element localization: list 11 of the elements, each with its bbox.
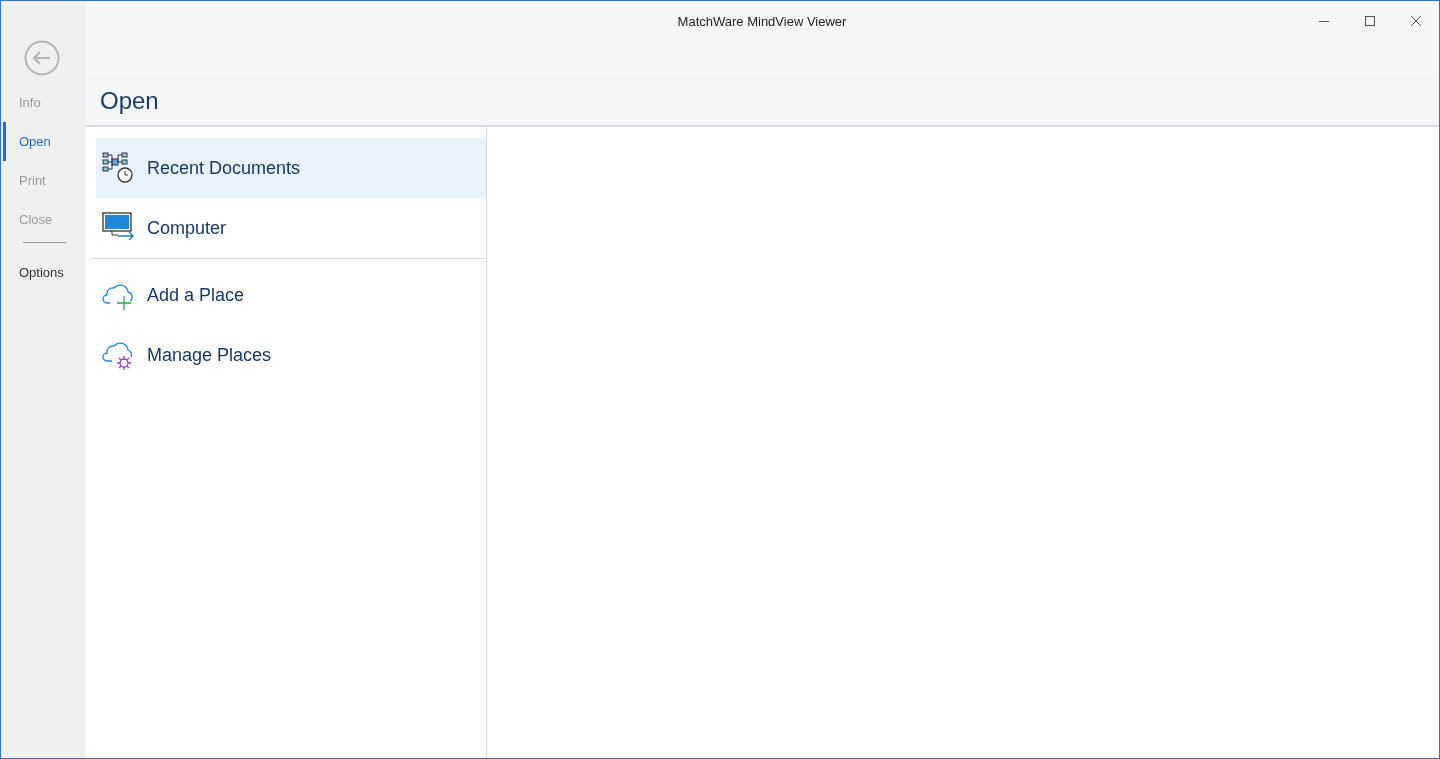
- maximize-icon: [1364, 15, 1376, 27]
- page-heading: Open: [100, 87, 159, 115]
- place-item[interactable]: Computer: [96, 198, 486, 258]
- close-icon: [1410, 15, 1422, 27]
- back-button[interactable]: [24, 40, 60, 76]
- window-title: MatchWare MindView Viewer: [677, 14, 847, 30]
- place-item[interactable]: Manage Places: [96, 325, 486, 385]
- place-item[interactable]: Add a Place: [96, 265, 486, 325]
- sidebar-item[interactable]: Options: [3, 253, 85, 292]
- recent-documents-icon: [102, 152, 134, 184]
- place-item[interactable]: Recent Documents: [96, 138, 486, 198]
